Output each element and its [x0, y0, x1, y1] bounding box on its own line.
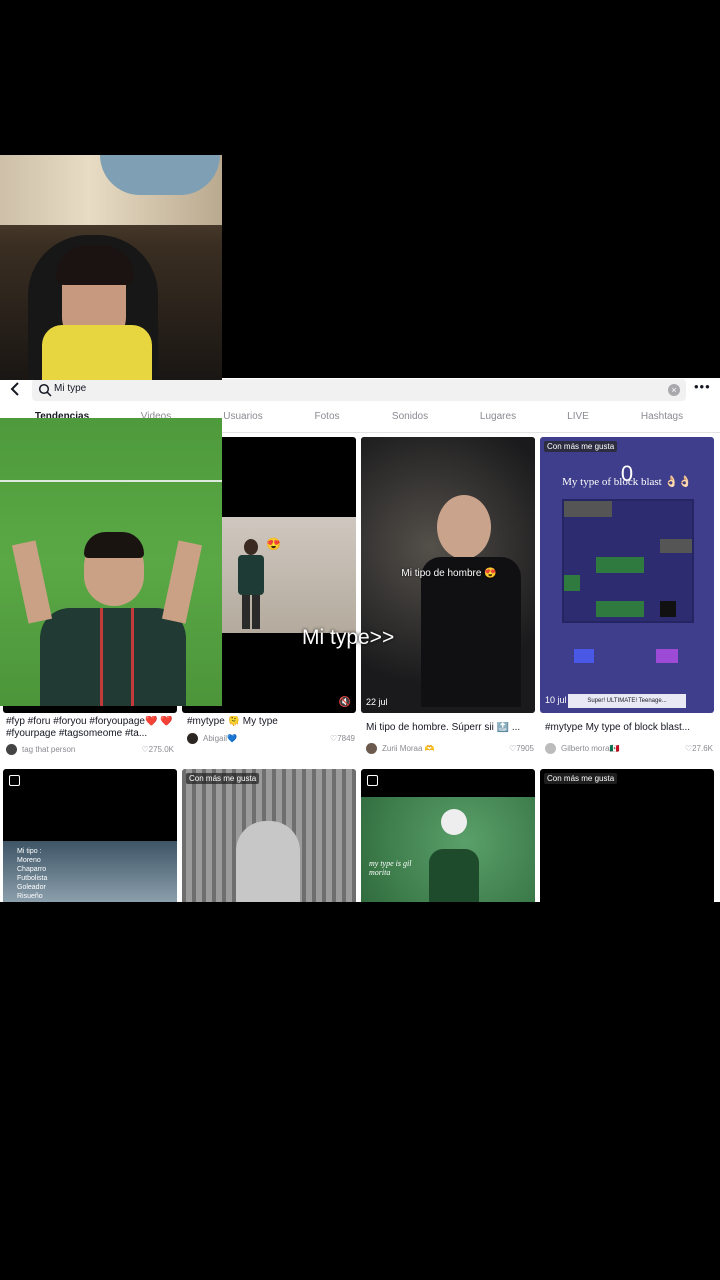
video-caption: Mi tipo de hombre. Súperr sii 🔝 ... — [366, 722, 521, 733]
avatar[interactable] — [545, 743, 556, 754]
like-count: ♡275.0K — [141, 745, 174, 754]
sticker-emoji: 😍 — [266, 537, 281, 551]
search-query: Mi type — [54, 383, 87, 394]
player-figure — [429, 849, 479, 902]
arm-left — [11, 540, 53, 624]
author-name[interactable]: Gilberto mora🇲🇽 — [561, 744, 671, 753]
face-shape — [236, 821, 300, 902]
video-caption: #mytype 🫠 My type — [187, 716, 278, 727]
tab-fotos[interactable]: Fotos — [314, 411, 339, 422]
soccer-ball — [441, 809, 467, 835]
overlay-photo-top — [0, 155, 222, 380]
avatar[interactable] — [187, 733, 198, 744]
like-count: ♡7905 — [509, 744, 534, 753]
hair-shape — [84, 532, 144, 558]
video-card-5[interactable]: Mi tipo : Moreno Chaparro Futbolista Goleado… — [3, 769, 177, 902]
video-card-4[interactable]: Con más me gusta 0 My type of block blas… — [540, 437, 714, 713]
arm-right — [161, 540, 203, 624]
video-meta: Zurii Moraa 🫶 ♡7905 — [366, 743, 538, 755]
video-caption: #mytype My type of block blast... — [545, 722, 691, 733]
face-shape — [437, 495, 491, 559]
video-overlay-text: Mi tipo de hombre 😍 — [401, 568, 497, 579]
tab-sonidos[interactable]: Sonidos — [392, 411, 428, 422]
top-liked-badge: Con más me gusta — [544, 441, 618, 452]
video-meta: Abigail💙 ♡7849 — [187, 733, 359, 745]
tab-lugares[interactable]: Lugares — [480, 411, 516, 422]
video-card-3[interactable]: Mi tipo de hombre 😍 22 jul — [361, 437, 535, 713]
like-count: ♡27.6K — [684, 744, 713, 753]
avatar[interactable] — [366, 743, 377, 754]
multi-photo-icon — [9, 775, 20, 786]
block-piece-blue — [574, 649, 594, 663]
jacket-shape — [421, 557, 521, 707]
avatar[interactable] — [6, 744, 17, 755]
overlay-text: my type is gil morita — [369, 859, 412, 877]
game-title: My type of block blast 👌🏻👌🏻 — [562, 476, 692, 488]
overlay-title: Mi type>> — [302, 626, 395, 649]
back-arrow-icon[interactable] — [8, 380, 24, 398]
vest-shape — [42, 325, 152, 380]
video-card-7[interactable]: my type is gil morita — [361, 769, 535, 902]
block-piece-purple — [656, 649, 678, 663]
video-meta: Gilberto mora🇲🇽 ♡27.6K — [545, 743, 717, 755]
tab-hashtags[interactable]: Hashtags — [641, 411, 683, 422]
tab-live[interactable]: LIVE — [567, 411, 589, 422]
type-list: Mi tipo : Moreno Chaparro Futbolista Goleado… — [17, 848, 48, 900]
ad-banner: Super! ULTIMATE! Teenage... — [568, 694, 686, 708]
top-liked-badge: Con más me gusta — [544, 773, 618, 784]
person-figure — [234, 539, 268, 629]
video-date: 10 jul — [545, 695, 567, 705]
lanyard — [100, 608, 134, 706]
search-input[interactable]: Mi type × — [32, 379, 686, 401]
multi-photo-icon — [367, 775, 378, 786]
author-name[interactable]: Abigail💙 — [203, 734, 313, 743]
video-caption: #fyp #foru #foryou #foryoupage❤️ ❤️ #fyo… — [6, 716, 173, 739]
more-options-button[interactable]: ••• — [694, 379, 711, 394]
mute-icon[interactable]: 🔇 — [339, 697, 351, 708]
overlay-photo-bottom — [0, 418, 222, 706]
video-card-8[interactable]: Con más me gusta — [540, 769, 714, 902]
video-card-6[interactable]: Con más me gusta — [182, 769, 356, 902]
search-bar: Mi type × ••• — [0, 378, 720, 402]
author-name[interactable]: tag that person — [22, 745, 132, 754]
tab-usuarios[interactable]: Usuarios — [223, 411, 262, 422]
like-count: ♡7849 — [330, 734, 355, 743]
author-name[interactable]: Zurii Moraa 🫶 — [382, 744, 492, 753]
search-icon — [38, 383, 52, 397]
video-date: 22 jul — [366, 697, 388, 707]
video-meta: tag that person ♡275.0K — [6, 744, 178, 756]
clear-search-icon[interactable]: × — [668, 384, 680, 396]
top-liked-badge: Con más me gusta — [186, 773, 260, 784]
game-board — [562, 499, 694, 623]
